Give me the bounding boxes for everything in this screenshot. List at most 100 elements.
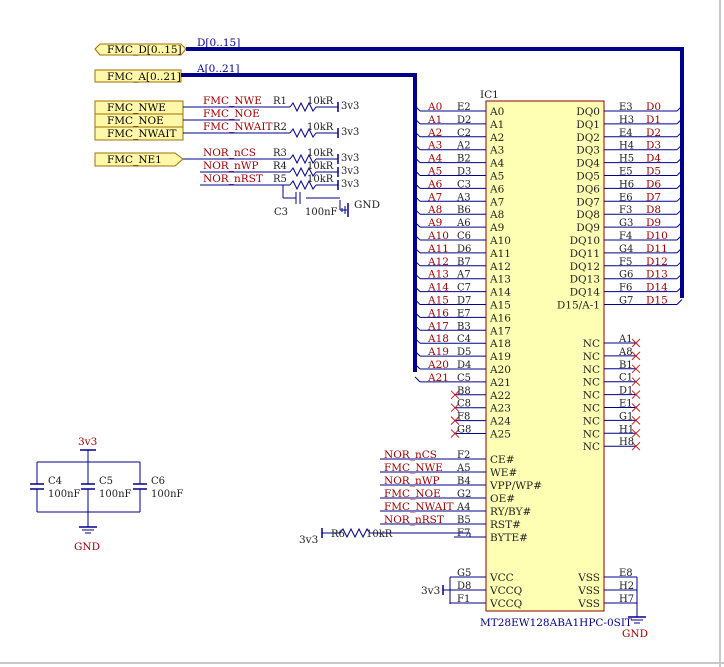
ic1-part-number: MT28EW128ABA1HPC-0SIT xyxy=(480,617,632,629)
net-label-a3: A3 xyxy=(427,140,442,152)
c3-capacitor: C3 100nF GND xyxy=(274,192,380,218)
pin-name-a20: A20 xyxy=(489,364,511,376)
r6-ref: R6 xyxy=(331,529,345,540)
pin-name-dq12: DQ12 xyxy=(570,261,600,273)
net-label-nor_nrst: NOR_nRST xyxy=(384,514,444,526)
net-label-fmc_nwe: FMC_NWE xyxy=(384,462,443,474)
ball-g5: G5 xyxy=(457,568,471,579)
pin-name-a11: A11 xyxy=(489,248,511,260)
ball-g7: G7 xyxy=(619,296,633,307)
net-label-d15: D15 xyxy=(646,295,668,307)
pin-name-nc: NC xyxy=(583,364,600,376)
resistor-r5-rail: 3v3 xyxy=(341,179,359,190)
cap-c5-ref: C5 xyxy=(99,476,113,487)
net-label-ncs: NOR_nCS xyxy=(203,147,256,159)
net-label-fmc_noe: FMC_NOE xyxy=(384,488,441,500)
bus-entry xyxy=(676,299,683,305)
ball-d3: D3 xyxy=(457,167,471,178)
net-label-d1: D1 xyxy=(646,114,661,126)
pin-name-ry-by-: RY/BY# xyxy=(490,506,531,518)
pin-name-dq3: DQ3 xyxy=(576,145,600,157)
cap-c6-value: 100nF xyxy=(151,489,184,500)
pin-name-byte-: BYTE# xyxy=(490,532,528,544)
ball-c7: C7 xyxy=(457,283,471,294)
ball-a2: A2 xyxy=(456,141,471,152)
net-label-d11: D11 xyxy=(646,243,668,255)
net-label-d0: D0 xyxy=(646,101,661,113)
pin-name-nc: NC xyxy=(583,441,600,453)
pin-name-dq11: DQ11 xyxy=(570,248,600,260)
ball-d1: D1 xyxy=(619,386,633,397)
pin-name-a18: A18 xyxy=(489,338,511,350)
pin-name-a6: A6 xyxy=(489,183,505,195)
c3-ref: C3 xyxy=(274,207,288,218)
pin-name-a25: A25 xyxy=(489,429,511,441)
net-label-a16: A16 xyxy=(427,307,449,319)
resistor-r2-value: 10kR xyxy=(307,122,334,133)
ball-a3: A3 xyxy=(456,192,471,203)
net-label-d9: D9 xyxy=(646,217,661,229)
pin-name-vss: VSS xyxy=(577,585,600,597)
port-fmc-nwe: FMC_NWE xyxy=(94,100,184,115)
pin-name-we-: WE# xyxy=(490,467,517,479)
pin-name-dq13: DQ13 xyxy=(570,274,600,286)
ball-b1: B1 xyxy=(619,360,633,371)
pin-name-vss: VSS xyxy=(577,598,600,610)
pin-name-a22: A22 xyxy=(489,390,511,402)
pin-name-dq9: DQ9 xyxy=(576,222,600,234)
net-label-d8: D8 xyxy=(646,204,661,216)
pin-name-a21: A21 xyxy=(489,377,511,389)
net-label-a7: A7 xyxy=(427,191,442,203)
pin-name-rst-: RST# xyxy=(490,519,521,531)
net-label-a19: A19 xyxy=(427,346,449,358)
pin-name-a12: A12 xyxy=(489,261,511,273)
pin-name-vss: VSS xyxy=(577,572,600,584)
pin-name-a9: A9 xyxy=(489,222,504,234)
ball-e6: E6 xyxy=(619,192,633,203)
pin-name-a15: A15 xyxy=(489,300,511,312)
net-label-nrst: NOR_nRST xyxy=(203,173,263,185)
net-label-d3: D3 xyxy=(646,140,661,152)
decoupling-gnd-label: GND xyxy=(74,541,100,553)
pin-name-nc: NC xyxy=(583,390,600,402)
ic1-left-pins: A0 E2 A0A1 D2 A1A2 C2 A2A3 A2 A3A4 B2 A4A5 D3 A5A6 C3… xyxy=(414,101,511,441)
ball-g8: G8 xyxy=(457,425,471,436)
ball-b4: B4 xyxy=(457,476,471,487)
port-fmc-nwait: FMC_NWAIT xyxy=(94,126,184,141)
port-fmc-ne1-label: FMC_NE1 xyxy=(107,154,162,166)
ball-c5: C5 xyxy=(457,373,471,384)
net-label-a15: A15 xyxy=(427,295,449,307)
c3-value: 100nF xyxy=(305,207,338,218)
ball-h6: H6 xyxy=(619,179,634,190)
ball-g2: G2 xyxy=(457,489,471,500)
ball-b3: B3 xyxy=(457,321,471,332)
port-fmc-d-label: FMC_D[0..15] xyxy=(107,44,182,56)
ic1-gnd-label: GND xyxy=(622,628,648,640)
pin-name-nc: NC xyxy=(583,403,600,415)
pin-name-a16: A16 xyxy=(489,312,511,324)
ball-g3: G3 xyxy=(619,218,633,229)
net-label-a10: A10 xyxy=(427,230,449,242)
ball-f5: F5 xyxy=(619,257,632,268)
net-label-nwp: NOR_nWP xyxy=(203,160,259,172)
pin-name-dq10: DQ10 xyxy=(570,235,600,247)
resistor-r4-value: 10kR xyxy=(307,161,334,172)
pin-name-a0: A0 xyxy=(489,106,504,118)
decoupling-block: 3v3 GND C4 100nF C5 100nF C6 100nF xyxy=(30,436,184,553)
r6-rail-label: 3v3 xyxy=(299,534,318,546)
ball-e1: E1 xyxy=(619,399,633,410)
ball-c1: C1 xyxy=(619,373,633,384)
ball-d6: D6 xyxy=(457,244,471,255)
ball-b5: B5 xyxy=(457,515,471,526)
ball-a7: A7 xyxy=(456,270,471,281)
ball-b2: B2 xyxy=(457,154,471,165)
ball-a1: A1 xyxy=(618,334,633,345)
decoupling-rail-label: 3v3 xyxy=(78,436,97,448)
net-label-a5: A5 xyxy=(427,166,442,178)
cap-c4-ref: C4 xyxy=(48,476,62,487)
ball-h1: H1 xyxy=(619,424,634,435)
net-label-d4: D4 xyxy=(646,153,661,165)
net-label-nwe: FMC_NWE xyxy=(203,95,262,107)
port-fmc-a: FMC_A[0..21] xyxy=(94,69,182,83)
pin-name-nc: NC xyxy=(583,428,600,440)
